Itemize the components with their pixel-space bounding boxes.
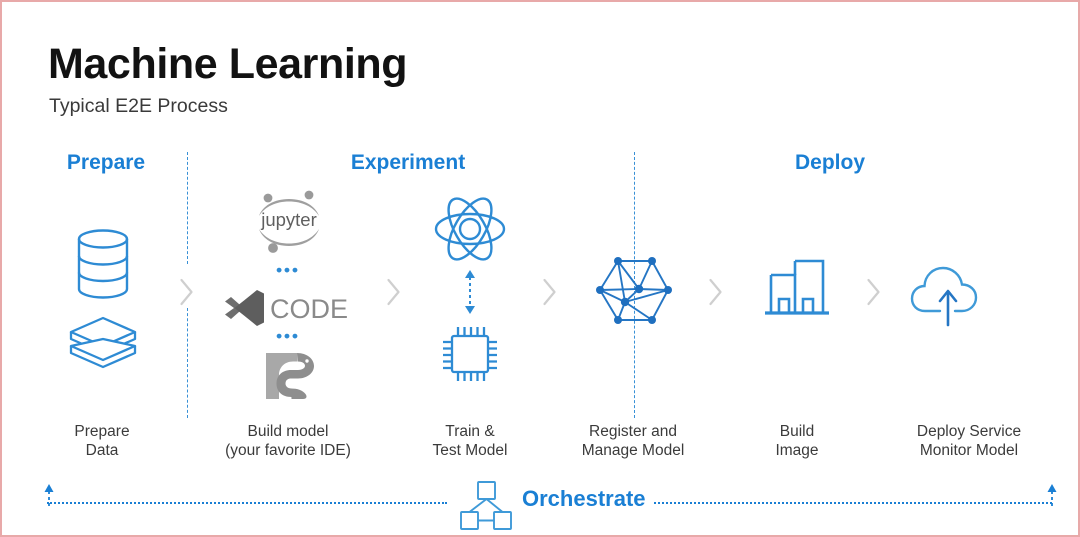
chevron-right-icon-4 (708, 277, 725, 307)
double-arrow-vertical-icon (460, 269, 480, 315)
arrow-up-icon-right (1045, 483, 1059, 521)
caption-line-1: Prepare (74, 423, 130, 440)
caption-line-2: Test Model (432, 442, 508, 459)
caption-line-2: Monitor Model (919, 442, 1019, 459)
ellipsis-separator-1: ••• (276, 260, 300, 280)
caption-line-1: Train & (445, 423, 495, 440)
orchestrate-line-right (654, 502, 1052, 504)
ellipsis-separator-2: ••• (276, 326, 300, 346)
page-subtitle: Typical E2E Process (49, 95, 228, 117)
jupyter-wordmark: jupyter (260, 209, 317, 230)
database-icon (72, 226, 134, 304)
cloud-upload-icon (907, 259, 993, 329)
step-caption-deploy-service: Deploy Service Monitor Model (917, 422, 1021, 460)
orchestrate-label: Orchestrate (522, 486, 646, 511)
anaconda-snake-icon (260, 349, 320, 403)
phase-heading-prepare: Prepare (66, 151, 146, 174)
step-caption-register-manage-model: Register and Manage Model (582, 422, 685, 460)
orchestrate-line-left (47, 502, 447, 504)
page-title: Machine Learning (48, 40, 408, 88)
vscode-wordmark: CODE (270, 294, 348, 324)
chevron-right-icon-3 (542, 277, 559, 307)
layers-icon (67, 315, 139, 373)
chevron-right-icon-5 (866, 277, 883, 307)
phase-divider-prepare-experiment-lower (187, 308, 188, 418)
caption-line-2: Manage Model (581, 442, 685, 459)
buildings-icon (755, 255, 839, 323)
step-caption-build-image: Build Image (775, 422, 818, 460)
step-caption-prepare-data: Prepare Data (74, 422, 129, 460)
phase-divider-prepare-experiment-upper (187, 152, 188, 264)
caption-line-2: Data (85, 442, 119, 459)
jupyter-logo-icon: jupyter (250, 186, 328, 258)
caption-line-1: Register and (589, 423, 677, 440)
chevron-right-icon-1 (179, 277, 196, 307)
phase-heading-deploy: Deploy (794, 151, 866, 174)
caption-line-2: Image (775, 442, 819, 459)
cpu-chip-icon (439, 323, 501, 385)
caption-line-2: (your favorite IDE) (225, 442, 351, 459)
vscode-logo-icon: CODE (223, 288, 353, 328)
caption-line-1: Build (779, 423, 815, 440)
slide-canvas: Machine Learning Typical E2E Process Pre… (0, 0, 1080, 537)
chevron-right-icon-2 (386, 277, 403, 307)
network-graph-icon (592, 252, 674, 332)
step-caption-train-test-model: Train & Test Model (433, 422, 508, 460)
caption-line-1: Build model (247, 423, 329, 440)
pipeline-icon (458, 480, 514, 535)
phase-heading-experiment: Experiment (350, 151, 466, 174)
caption-line-1: Deploy Service (916, 423, 1022, 440)
atom-icon (433, 192, 507, 266)
step-caption-build-model: Build model (your favorite IDE) (225, 422, 351, 460)
